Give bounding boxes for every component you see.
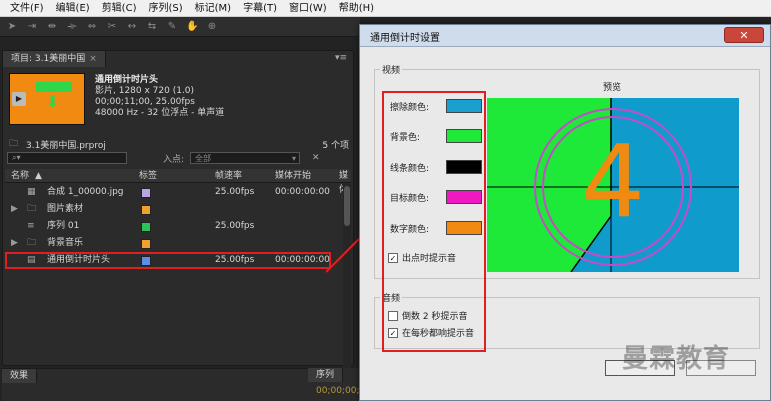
menu-marker[interactable]: 标记(M) bbox=[189, 0, 237, 17]
effects-tab-label: 效果 bbox=[10, 371, 29, 381]
row-fps: 25.00fps bbox=[215, 255, 255, 265]
sort-up-icon[interactable]: ▲ bbox=[35, 169, 42, 183]
preview-graphic: 4 bbox=[487, 98, 739, 272]
pen-tool-icon[interactable]: ✎ bbox=[166, 21, 178, 32]
preview-label: 预览 bbox=[603, 83, 622, 93]
asset-audio: 48000 Hz - 32 位浮点 - 单声道 bbox=[95, 108, 225, 118]
razor-tool-icon[interactable]: ✂ bbox=[106, 21, 118, 32]
entry-value: 全部 bbox=[195, 153, 212, 163]
folder-icon: 🗀 bbox=[27, 204, 37, 214]
row-start: 00:00:00:00 bbox=[275, 187, 330, 197]
column-media-start[interactable]: 媒体开始 bbox=[275, 169, 311, 183]
close-icon[interactable]: × bbox=[89, 54, 97, 64]
menu-file[interactable]: 文件(F) bbox=[4, 0, 50, 17]
table-row[interactable]: ▤ 通用倒计时片头 25.00fps 00:00:00:00 bbox=[5, 252, 331, 269]
sequence-panel: 序列 bbox=[308, 368, 360, 401]
row-name: 序列 01 bbox=[47, 221, 80, 231]
slip-tool-icon[interactable]: ↔ bbox=[126, 21, 138, 32]
menu-bar: 文件(F) 编辑(E) 剪辑(C) 序列(S) 标记(M) 字幕(T) 窗口(W… bbox=[0, 0, 771, 17]
row-name: 背景音乐 bbox=[47, 238, 84, 248]
selection-tool-icon[interactable]: ➤ bbox=[6, 21, 18, 32]
asset-format: 影片, 1280 x 720 (1.0) bbox=[95, 86, 195, 96]
table-row[interactable]: ≡ 序列 01 25.00fps bbox=[5, 218, 341, 235]
asset-name: 通用倒计时片头 bbox=[95, 75, 159, 85]
close-button[interactable]: ✕ bbox=[724, 27, 764, 43]
highlight-box bbox=[382, 91, 486, 352]
row-fps: 25.00fps bbox=[215, 221, 255, 231]
menu-sequence[interactable]: 序列(S) bbox=[142, 0, 188, 17]
item-count: 5 个项 bbox=[322, 140, 349, 151]
sequence-tab[interactable]: 序列 bbox=[308, 368, 344, 382]
entry-label: 入点: bbox=[163, 154, 185, 165]
hand-tool-icon[interactable]: ✋ bbox=[186, 21, 198, 32]
slide-tool-icon[interactable]: ⇆ bbox=[146, 21, 158, 32]
project-file-line: 🗀 3.1美丽中国.prproj 5 个项 bbox=[9, 137, 349, 151]
sequence-tab-label: 序列 bbox=[316, 370, 335, 380]
chevron-down-icon: ▾ bbox=[292, 153, 297, 163]
project-file-name: 3.1美丽中国.prproj bbox=[26, 140, 106, 151]
track-select-tool-icon[interactable]: ⇥ bbox=[26, 21, 38, 32]
play-icon[interactable]: ▶ bbox=[12, 92, 26, 106]
menu-edit[interactable]: 编辑(E) bbox=[50, 0, 96, 17]
clear-icon[interactable]: ✕ bbox=[312, 153, 320, 163]
project-tab[interactable]: 项目: 3.1美丽中国 × bbox=[3, 51, 106, 67]
label-swatch[interactable] bbox=[141, 188, 151, 198]
expand-icon[interactable]: ▶ bbox=[11, 201, 18, 218]
column-name[interactable]: 名称 bbox=[11, 169, 29, 183]
dialog-titlebar: 通用倒计时设置 ✕ bbox=[360, 25, 770, 47]
preview-digit: 4 bbox=[581, 123, 645, 240]
asset-info: 通用倒计时片头 影片, 1280 x 720 (1.0) 00;00;11;00… bbox=[95, 75, 224, 119]
row-fps: 25.00fps bbox=[215, 187, 255, 197]
search-input[interactable]: ⌕▾ bbox=[7, 152, 127, 164]
thumbnail-bar bbox=[36, 82, 72, 92]
countdown-preview: 4 bbox=[487, 98, 739, 272]
search-icon: ⌕▾ bbox=[12, 153, 21, 162]
dialog-title: 通用倒计时设置 bbox=[370, 33, 440, 44]
zoom-tool-icon[interactable]: ⊕ bbox=[206, 21, 218, 32]
search-row: ⌕▾ 入点: 全部 ▾ ✕ bbox=[7, 151, 351, 165]
video-group-label: 视频 bbox=[380, 63, 403, 76]
row-name: 合成 1_00000.jpg bbox=[47, 187, 124, 197]
project-items: ▦ 合成 1_00000.jpg 25.00fps 00:00:00:00 ▶ … bbox=[5, 184, 341, 269]
countdown-icon: ▤ bbox=[27, 255, 36, 265]
ripple-edit-tool-icon[interactable]: ⇹ bbox=[46, 21, 58, 32]
sequence-icon: ≡ bbox=[27, 221, 35, 231]
table-row[interactable]: ▶ 🗀 背景音乐 bbox=[5, 235, 341, 252]
row-name: 图片素材 bbox=[47, 204, 84, 214]
row-start: 00:00:00:00 bbox=[275, 255, 330, 265]
folder-icon: 🗀 bbox=[27, 238, 37, 248]
panel-menu-icon[interactable]: ▾≡ bbox=[335, 53, 347, 63]
menu-title[interactable]: 字幕(T) bbox=[237, 0, 283, 17]
column-label[interactable]: 标签 bbox=[139, 169, 157, 183]
project-tab-label: 项目: 3.1美丽中国 bbox=[11, 54, 86, 64]
asset-duration: 00;00;11;00, 25.00fps bbox=[95, 97, 195, 107]
asset-thumbnail: ▶ ⬇ bbox=[9, 73, 85, 125]
menu-clip[interactable]: 剪辑(C) bbox=[96, 0, 143, 17]
image-icon: ▦ bbox=[27, 187, 36, 197]
row-name: 通用倒计时片头 bbox=[47, 255, 111, 265]
label-swatch[interactable] bbox=[141, 205, 151, 215]
label-swatch[interactable] bbox=[141, 256, 151, 266]
expand-icon[interactable]: ▶ bbox=[11, 235, 18, 252]
effects-panel: 效果 bbox=[2, 368, 354, 401]
table-row[interactable]: ▶ 🗀 图片素材 bbox=[5, 201, 341, 218]
label-swatch[interactable] bbox=[141, 239, 151, 249]
project-panel: 项目: 3.1美丽中国 × ▾≡ ▶ ⬇ 通用倒计时片头 影片, 1280 x 7… bbox=[2, 50, 355, 401]
column-headers: 名称 ▲ 标签 帧速率 媒体开始 媒体 bbox=[5, 169, 351, 195]
folder-icon: 🗀 bbox=[9, 139, 19, 149]
label-swatch[interactable] bbox=[141, 222, 151, 232]
watermark-logo: 曼霖教育 bbox=[622, 344, 731, 374]
rolling-edit-tool-icon[interactable]: ⟛ bbox=[66, 21, 78, 32]
effects-tab[interactable]: 效果 bbox=[2, 369, 38, 383]
tools-toolbar: ➤ ⇥ ⇹ ⟛ ⇔ ✂ ↔ ⇆ ✎ ✋ ⊕ bbox=[0, 17, 360, 37]
column-fps[interactable]: 帧速率 bbox=[215, 169, 242, 183]
entry-select[interactable]: 全部 ▾ bbox=[190, 152, 301, 164]
table-row[interactable]: ▦ 合成 1_00000.jpg 25.00fps 00:00:00:00 bbox=[5, 184, 341, 201]
rate-stretch-tool-icon[interactable]: ⇔ bbox=[86, 21, 98, 32]
menu-help[interactable]: 帮助(H) bbox=[333, 0, 380, 17]
thumbnail-arrow-icon: ⬇ bbox=[46, 92, 60, 111]
menu-window[interactable]: 窗口(W) bbox=[283, 0, 333, 17]
